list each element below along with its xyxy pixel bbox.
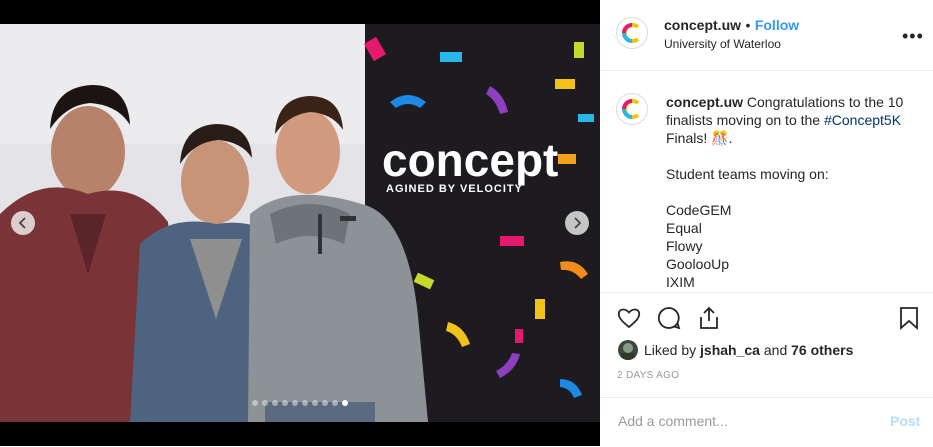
carousel-dot xyxy=(342,400,348,406)
concept-logo-icon xyxy=(622,23,640,43)
caption-finals: Finals! xyxy=(666,130,708,146)
team-name: Equal xyxy=(666,220,702,236)
caption-username[interactable]: concept.uw xyxy=(666,94,743,110)
teams-heading: Student teams moving on: xyxy=(666,166,829,182)
post-photo[interactable]: concept AGINED BY VELOCITY xyxy=(0,24,600,422)
follow-separator: • xyxy=(745,17,751,33)
carousel-indicator xyxy=(0,400,600,406)
confetti-emoji: 🎊 xyxy=(711,130,729,146)
account-avatar[interactable] xyxy=(616,17,648,49)
comment-icon[interactable] xyxy=(656,305,682,331)
likes-prefix: Liked by xyxy=(644,342,697,358)
liker-username[interactable]: jshah_ca xyxy=(700,342,760,358)
previous-photo-button[interactable] xyxy=(11,211,35,235)
post-timestamp[interactable]: 2 DAYS AGO xyxy=(617,370,679,381)
likes-others-link[interactable]: 76 others xyxy=(791,342,853,358)
comment-input[interactable] xyxy=(616,412,870,430)
liker-avatar[interactable] xyxy=(618,340,638,360)
carousel-dot xyxy=(292,400,298,406)
post-caption: concept.uw Congratulations to the 10 fin… xyxy=(666,93,921,291)
more-options-button[interactable]: ••• xyxy=(902,26,924,47)
caption-hashtag[interactable]: #Concept5K xyxy=(824,112,901,128)
post-location[interactable]: University of Waterloo xyxy=(664,37,781,51)
post-comment-button[interactable]: Post xyxy=(890,413,920,429)
team-name: Flowy xyxy=(666,238,703,254)
carousel-dot xyxy=(282,400,288,406)
more-icon: ••• xyxy=(902,26,924,46)
caption-avatar[interactable] xyxy=(616,93,648,125)
post-media: concept AGINED BY VELOCITY xyxy=(0,0,600,446)
carousel-dot xyxy=(262,400,268,406)
team-name: GoolooUp xyxy=(666,256,730,272)
carousel-dot xyxy=(322,400,328,406)
comment-bar: Post xyxy=(600,397,933,447)
carousel-dot xyxy=(302,400,308,406)
post-header: concept.uw • Follow University of Waterl… xyxy=(600,0,933,71)
save-bookmark-icon[interactable] xyxy=(896,305,922,331)
team-name: IXIM xyxy=(666,274,695,290)
like-heart-icon[interactable] xyxy=(616,305,642,331)
wall-subtext: AGINED BY VELOCITY xyxy=(386,183,523,195)
action-bar xyxy=(600,292,933,343)
chevron-left-icon xyxy=(18,217,26,229)
carousel-dot xyxy=(312,400,318,406)
carousel-dot xyxy=(272,400,278,406)
likes-summary: Liked by jshah_ca and 76 others xyxy=(618,340,853,360)
concept-logo-icon xyxy=(622,99,640,119)
caption-period: . xyxy=(728,130,733,146)
carousel-dot xyxy=(332,400,338,406)
team-list: CodeGEM Equal Flowy GoolooUp IXIM xyxy=(666,201,921,291)
next-photo-button[interactable] xyxy=(565,211,589,235)
share-icon[interactable] xyxy=(696,305,722,331)
carousel-dot xyxy=(252,400,258,406)
post-details-panel: concept.uw • Follow University of Waterl… xyxy=(600,0,933,446)
follow-button[interactable]: Follow xyxy=(755,17,799,33)
likes-and: and xyxy=(763,342,788,358)
wall-logo-text: concept xyxy=(382,134,558,186)
chevron-right-icon xyxy=(574,217,582,229)
team-name: CodeGEM xyxy=(666,202,732,218)
account-username[interactable]: concept.uw xyxy=(664,17,741,33)
